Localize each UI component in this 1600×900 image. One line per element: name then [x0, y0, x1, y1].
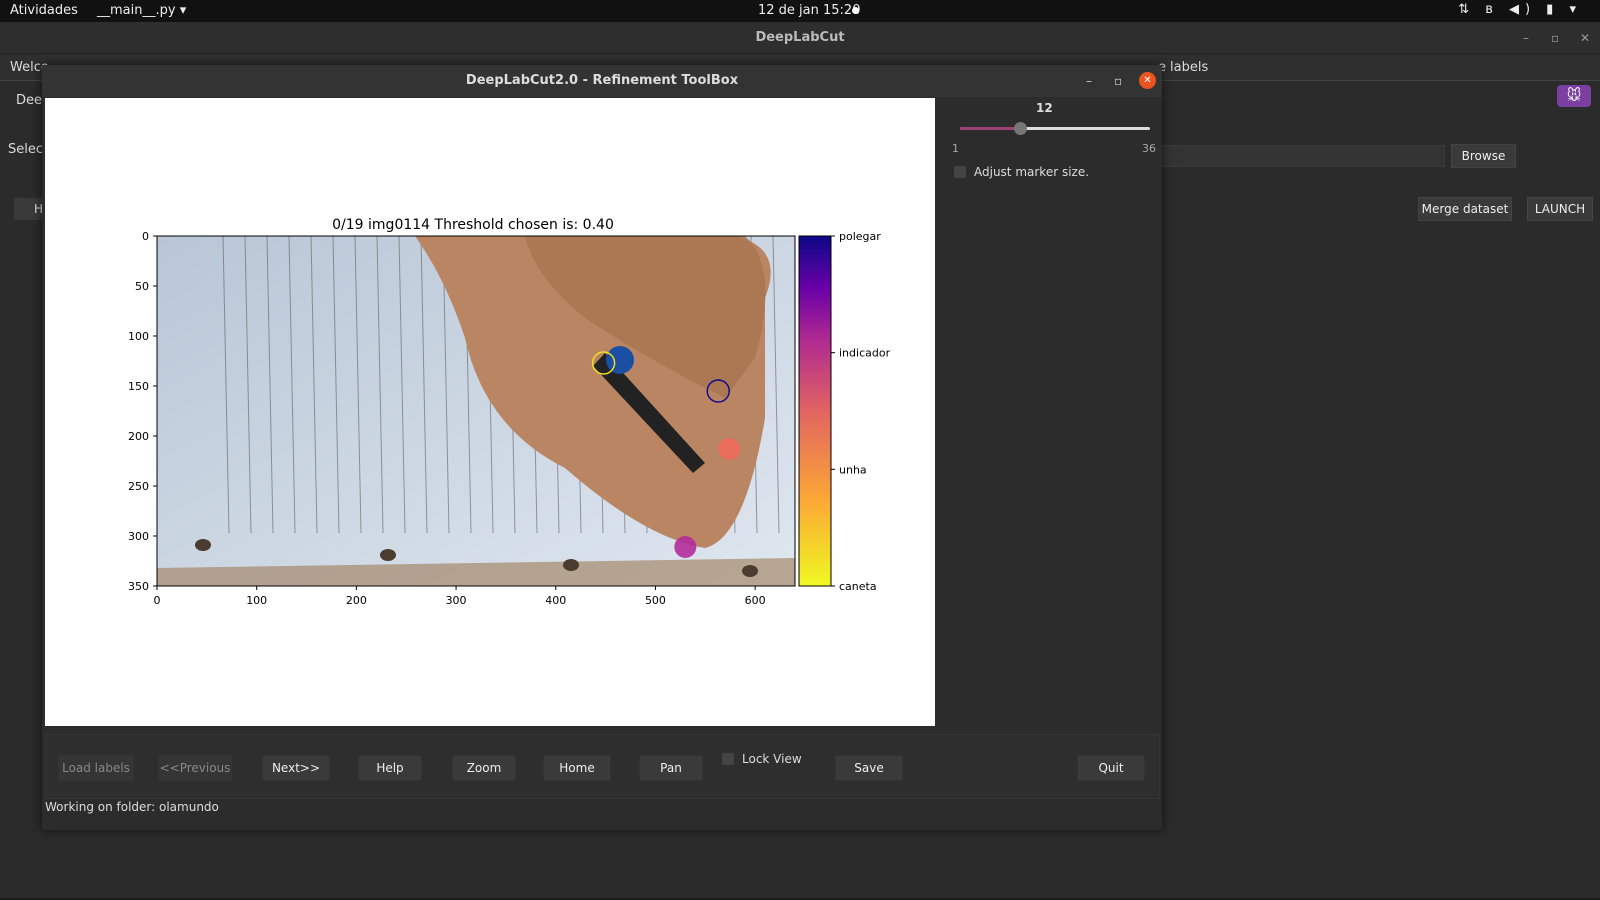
colorbar: [798, 235, 832, 587]
colorbar-label: indicador: [839, 347, 891, 360]
app-menu[interactable]: __main__.py ▾: [97, 3, 186, 18]
marker-unha[interactable]: [718, 438, 741, 460]
main-maximize-button[interactable]: ▫: [1551, 22, 1559, 54]
y-tick-label: 200: [128, 430, 149, 443]
x-tick-label: 300: [446, 594, 467, 607]
checkbox-box[interactable]: [954, 166, 966, 178]
x-tick-label: 400: [545, 594, 566, 607]
x-tick-label: 0: [154, 594, 161, 607]
slider-fill: [960, 127, 1020, 130]
slider-thumb[interactable]: [1013, 122, 1027, 135]
toolbar-panel: Load labels <<Previous Next>> Help Zoom …: [45, 734, 1160, 799]
colorbar-label: caneta: [839, 580, 877, 593]
previous-button[interactable]: <<Previous: [158, 755, 232, 781]
notification-dot-icon: [852, 7, 859, 14]
y-tick-label: 50: [135, 280, 149, 293]
toolbox-minimize-button[interactable]: –: [1086, 73, 1092, 89]
y-tick-label: 0: [142, 230, 149, 243]
y-axis: 0 50 100 150 200 250 300 350: [128, 230, 157, 593]
merge-dataset-button[interactable]: Merge dataset: [1418, 197, 1512, 221]
system-top-bar: Atividades __main__.py ▾ 12 de jan 15:20…: [0, 0, 1600, 22]
pan-button[interactable]: Pan: [639, 755, 703, 781]
main-path-input[interactable]: [1160, 145, 1445, 167]
colorbar-labels: polegar indicador unha caneta: [831, 230, 891, 593]
deeplabcut-logo-icon: 🐭: [1557, 85, 1591, 107]
browse-button[interactable]: Browse: [1451, 144, 1516, 168]
load-labels-button[interactable]: Load labels: [58, 755, 134, 781]
x-axis: 0 100 200 300 400 500 600: [154, 586, 766, 607]
slider-max-label: 36: [1142, 142, 1156, 155]
save-button[interactable]: Save: [835, 755, 903, 781]
y-tick-label: 100: [128, 330, 149, 343]
x-tick-label: 600: [745, 594, 766, 607]
toolbox-maximize-button[interactable]: ▫: [1114, 73, 1122, 89]
status-bar: Working on folder: olamundo: [45, 800, 219, 814]
toolbox-close-button[interactable]: ✕: [1139, 72, 1156, 89]
y-tick-label: 350: [128, 580, 149, 593]
adjust-marker-size-checkbox[interactable]: Adjust marker size.: [954, 165, 1089, 179]
lock-view-checkbox[interactable]: Lock View: [722, 752, 802, 766]
lock-view-label: Lock View: [742, 752, 802, 766]
lock-view-box[interactable]: [722, 753, 734, 765]
x-tick-label: 200: [346, 594, 367, 607]
clock[interactable]: 12 de jan 15:20: [758, 3, 860, 18]
y-tick-label: 150: [128, 380, 149, 393]
marker-indicador[interactable]: [674, 536, 697, 558]
main-window-title: DeepLabCut: [0, 22, 1600, 54]
y-tick-label: 300: [128, 530, 149, 543]
home-button[interactable]: Home: [543, 755, 611, 781]
colorbar-label: unha: [839, 463, 867, 476]
slider-min-label: 1: [952, 142, 959, 155]
marker-size-panel: 12 1 36 Adjust marker size.: [940, 98, 1162, 726]
x-tick-label: 100: [246, 594, 267, 607]
zoom-button[interactable]: Zoom: [452, 755, 516, 781]
marker-size-value: 12: [1036, 101, 1053, 115]
marker-size-slider[interactable]: [960, 122, 1150, 135]
main-minimize-button[interactable]: –: [1523, 22, 1529, 54]
adjust-marker-size-label: Adjust marker size.: [974, 165, 1090, 179]
system-tray-icons[interactable]: ⇅ ʙ ◀) ▮ ▾: [1458, 2, 1582, 17]
toolbox-title: DeepLabCut2.0 - Refinement ToolBox: [42, 65, 1162, 97]
activities-button[interactable]: Atividades: [10, 3, 78, 18]
labeled-frame-plot[interactable]: 0/19 img0114 Threshold chosen is: 0.40 0…: [45, 98, 935, 726]
x-tick-label: 500: [645, 594, 666, 607]
refinement-toolbox-window: DeepLabCut2.0 - Refinement ToolBox – ▫ ✕: [42, 65, 1162, 830]
colorbar-label: polegar: [839, 230, 881, 243]
plot-canvas[interactable]: 0/19 img0114 Threshold chosen is: 0.40 0…: [45, 98, 935, 726]
quit-button[interactable]: Quit: [1077, 755, 1145, 781]
main-close-button[interactable]: ✕: [1580, 22, 1590, 54]
plot-title: 0/19 img0114 Threshold chosen is: 0.40: [332, 217, 614, 233]
launch-button[interactable]: LAUNCH: [1527, 197, 1593, 221]
y-tick-label: 250: [128, 480, 149, 493]
tab-refine-labels[interactable]: labels: [1170, 60, 1208, 75]
frame-image: [157, 236, 795, 586]
next-button[interactable]: Next>>: [262, 755, 330, 781]
help-button[interactable]: Help: [358, 755, 422, 781]
